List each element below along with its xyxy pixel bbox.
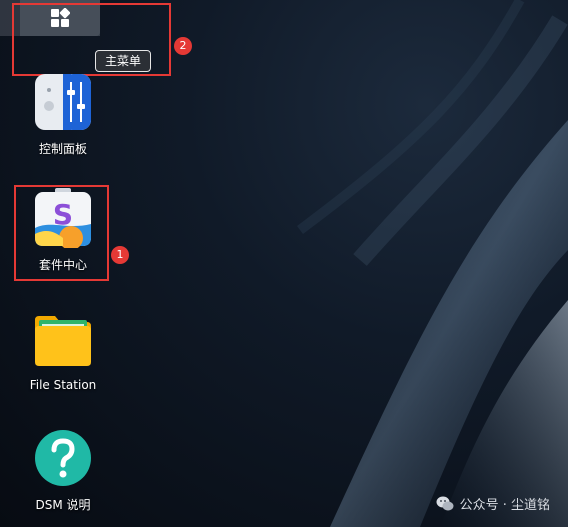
- annotation-badge-1: 1: [111, 246, 129, 264]
- desktop-item-dsm-help[interactable]: DSM 说明: [13, 428, 113, 513]
- highlight-box-main-menu: [12, 3, 171, 76]
- wechat-icon: [436, 496, 454, 510]
- control-panel-icon: [33, 72, 93, 132]
- desktop-item-file-station[interactable]: File Station: [13, 310, 113, 392]
- desktop-item-label: 控制面板: [38, 142, 87, 156]
- annotation-badge-2: 2: [174, 37, 192, 55]
- watermark: 公众号 · 尘道铭: [436, 494, 550, 513]
- watermark-text: 公众号 · 尘道铭: [459, 498, 550, 513]
- highlight-box-package-center: [14, 185, 109, 281]
- desktop-item-label: File Station: [29, 378, 97, 392]
- folder-icon: [33, 310, 93, 370]
- help-icon: [33, 428, 93, 488]
- desktop-item-control-panel[interactable]: 控制面板: [13, 72, 113, 157]
- desktop-item-label: DSM 说明: [35, 498, 91, 512]
